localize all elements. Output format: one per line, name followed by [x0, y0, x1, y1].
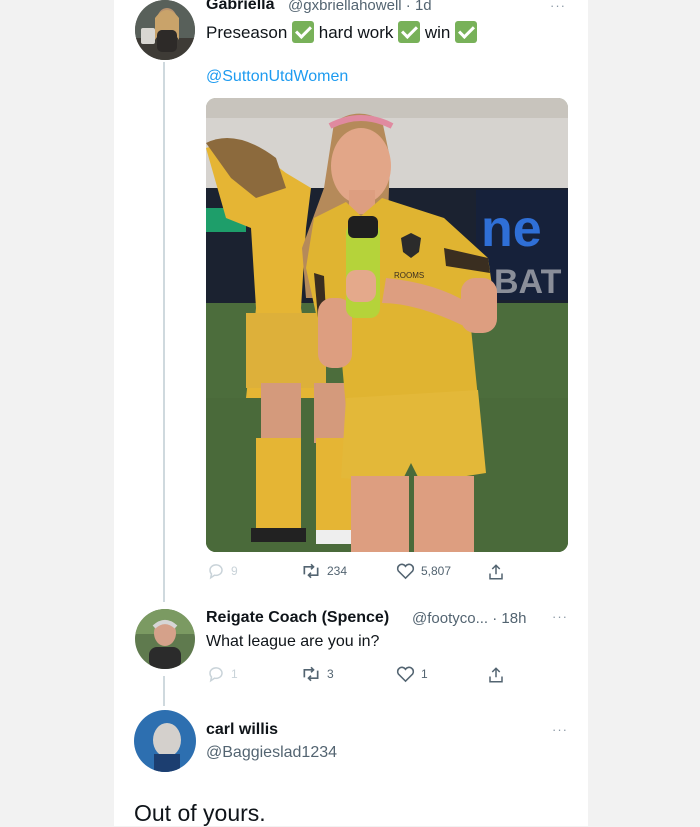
avatar-photo-icon [134, 710, 196, 772]
tweet-text-part: win [424, 23, 451, 42]
author-handle[interactable]: @Baggieslad1234 [206, 744, 337, 762]
avatar-reigate-coach[interactable] [135, 609, 195, 669]
author-name[interactable]: carl willis [206, 721, 278, 739]
tweet-text-part: Preseason [206, 23, 288, 42]
tweet-text: What league are you in? [206, 633, 380, 650]
reply-button[interactable]: 9 [207, 562, 238, 580]
retweet-button[interactable]: 3 [301, 665, 334, 683]
reply-icon [209, 667, 223, 683]
avatar-photo-icon [135, 0, 195, 60]
share-button[interactable] [487, 665, 505, 685]
retweet-icon [303, 666, 319, 682]
retweet-count: 234 [327, 564, 348, 578]
heart-icon [396, 563, 415, 580]
author-name[interactable]: Reigate Coach (Spence) [206, 609, 389, 627]
share-icon [489, 667, 503, 683]
share-button[interactable] [487, 562, 505, 582]
author-handle-time[interactable]: @footyco... · 18h [412, 610, 526, 627]
like-button[interactable]: 1 [396, 665, 428, 683]
retweet-count: 3 [327, 667, 334, 681]
reply-icon [209, 564, 223, 580]
check-mark-icon [398, 21, 421, 43]
avatar-photo-icon [135, 609, 195, 669]
reply-button[interactable]: 1 [207, 665, 238, 683]
retweet-button[interactable]: 234 [301, 562, 347, 580]
shirt-text: ROOMS [394, 271, 424, 280]
check-mark-icon [292, 21, 315, 43]
tweet-text-part: hard work [318, 23, 394, 42]
avatar-gabriella[interactable] [135, 0, 195, 60]
more-options-icon[interactable]: ··· [552, 609, 568, 624]
like-count: 1 [421, 667, 428, 681]
like-button[interactable]: 5,807 [396, 562, 451, 580]
tweet-text: Preseason hard work win [206, 21, 478, 43]
thread-line [163, 676, 165, 706]
more-options-icon[interactable]: ··· [552, 722, 568, 737]
retweet-icon [303, 563, 319, 579]
banner-text: ne [481, 200, 542, 258]
mention-link[interactable]: @SuttonUtdWomen [206, 68, 348, 86]
tweet-photo[interactable]: ne BAT ROOMS ES [206, 98, 568, 552]
reply-count: 1 [231, 667, 238, 681]
like-count: 5,807 [421, 564, 452, 578]
author-handle-time[interactable]: @gxbriellahowell · 1d [288, 0, 432, 14]
footballer-photo: ne BAT ROOMS ES [206, 98, 568, 552]
thread-line [163, 62, 165, 602]
reply-count: 9 [231, 564, 238, 578]
check-mark-icon [455, 21, 478, 43]
tweet-text: Out of yours. [134, 800, 266, 826]
banner-text: BAT [494, 263, 562, 301]
heart-icon [396, 666, 415, 683]
avatar-carl-willis[interactable] [134, 710, 196, 772]
author-name[interactable]: Gabriella [206, 0, 274, 14]
more-options-icon[interactable]: ··· [550, 0, 566, 13]
share-icon [489, 564, 503, 580]
